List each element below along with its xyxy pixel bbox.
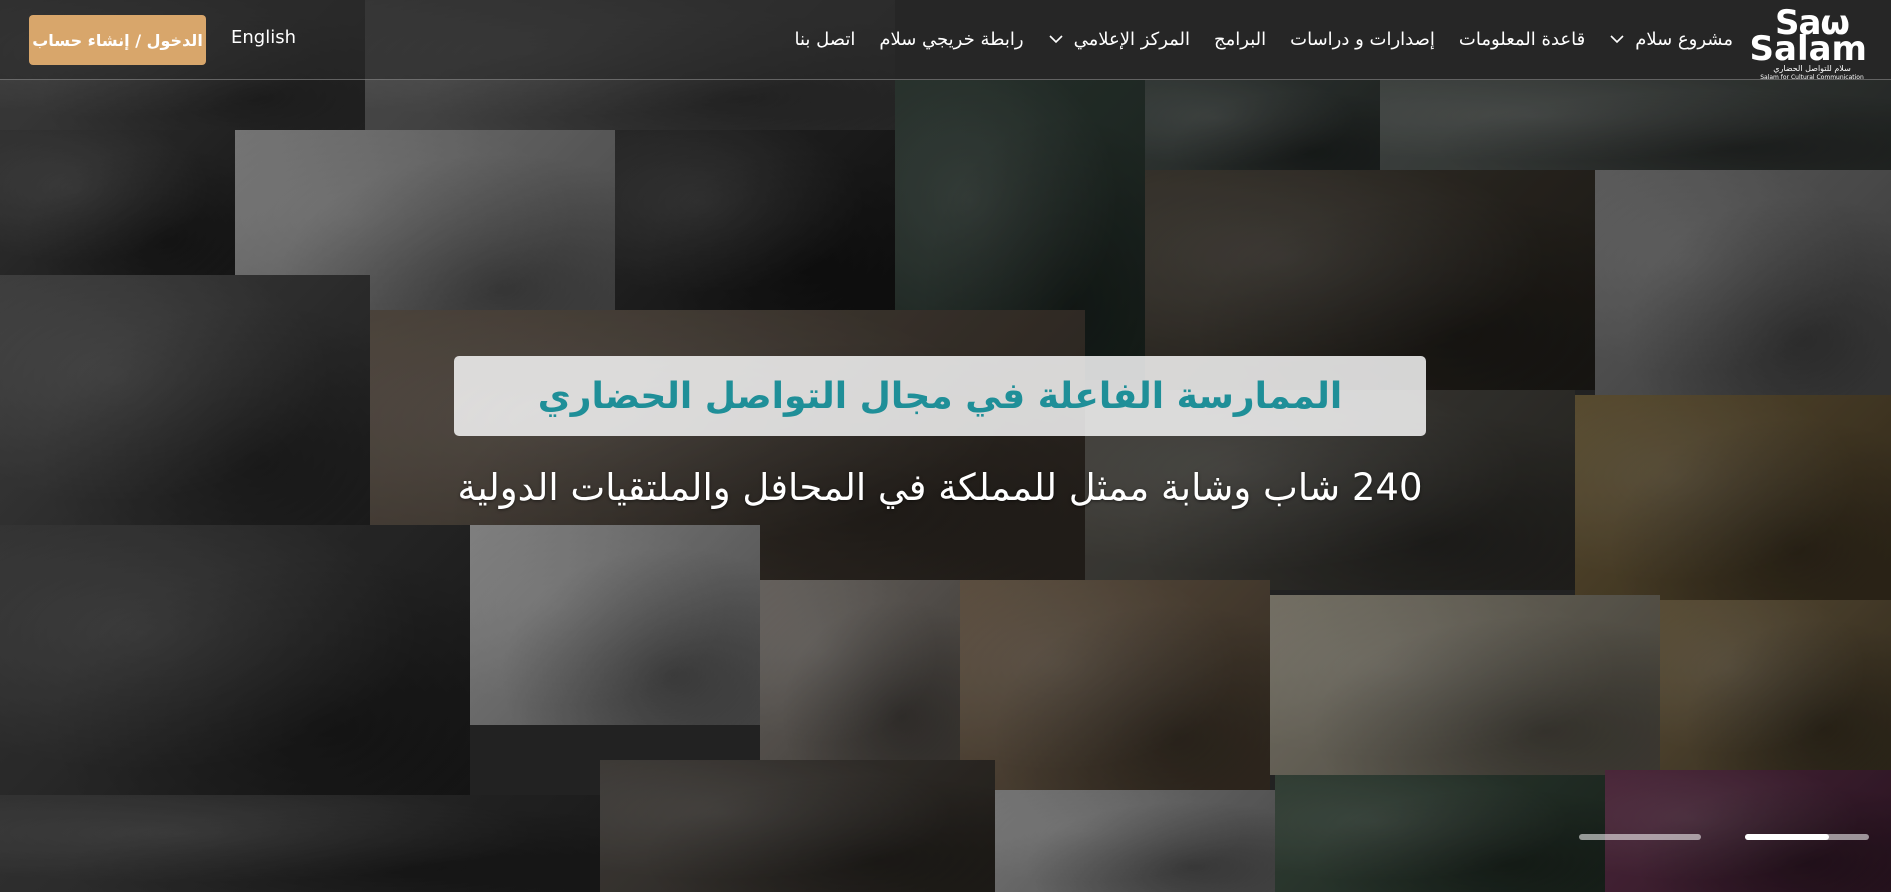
nav-item-programs[interactable]: البرامج — [1214, 29, 1266, 50]
nav-item-alumni[interactable]: رابطة خريجي سلام — [879, 29, 1023, 50]
hero-subtitle: 240 شاب وشابة ممثل للمملكة في المحافل وا… — [457, 466, 1423, 509]
nav-label: إصدارات و دراسات — [1290, 28, 1435, 50]
nav-label: البرامج — [1214, 28, 1267, 50]
site-header: Saω Salam سلام للتواصل الحضاري Salam for… — [0, 0, 1891, 81]
chevron-down-icon — [1609, 31, 1625, 47]
nav-label: اتصل بنا — [794, 28, 856, 50]
logo-mark-bottom: Salam — [1749, 29, 1867, 69]
nav-item-media-center[interactable]: المركز الإعلامي — [1048, 29, 1190, 50]
hero-title: الممارسة الفاعلة في مجال التواصل الحضاري — [537, 375, 1343, 417]
background-photo-collage — [0, 0, 1891, 892]
logo-tagline-arabic: سلام للتواصل الحضاري — [1773, 64, 1851, 73]
nav-label: مشروع سلام — [1635, 28, 1733, 50]
logo-tagline-english: Salam for Cultural Communication — [1760, 74, 1864, 81]
salam-logo[interactable]: Saω Salam سلام للتواصل الحضاري Salam for… — [1749, 6, 1867, 81]
slider-indicators — [1579, 834, 1869, 844]
slider-indicator-2[interactable] — [1745, 834, 1869, 840]
login-register-button[interactable]: الدخول / إنشاء حساب — [29, 15, 206, 65]
slider-indicator-progress — [1745, 834, 1830, 840]
page: Saω Salam سلام للتواصل الحضاري Salam for… — [0, 0, 1891, 892]
language-switch-link[interactable]: English — [231, 27, 296, 48]
hero-title-box: الممارسة الفاعلة في مجال التواصل الحضاري — [454, 356, 1426, 436]
nav-label: رابطة خريجي سلام — [879, 28, 1024, 50]
slider-indicator-1[interactable] — [1579, 834, 1701, 840]
nav-item-database[interactable]: قاعدة المعلومات — [1459, 29, 1585, 50]
chevron-down-icon — [1048, 31, 1064, 47]
nav-label: قاعدة المعلومات — [1458, 28, 1586, 50]
nav-item-salam-project[interactable]: مشروع سلام — [1609, 29, 1733, 50]
collage-dim-overlay — [0, 0, 1891, 892]
nav-label: المركز الإعلامي — [1073, 28, 1191, 50]
nav-item-publications[interactable]: إصدارات و دراسات — [1290, 29, 1435, 50]
main-nav: مشروع سلام قاعدة المعلومات إصدارات و درا… — [770, 24, 1733, 54]
nav-item-contact[interactable]: اتصل بنا — [794, 29, 855, 50]
